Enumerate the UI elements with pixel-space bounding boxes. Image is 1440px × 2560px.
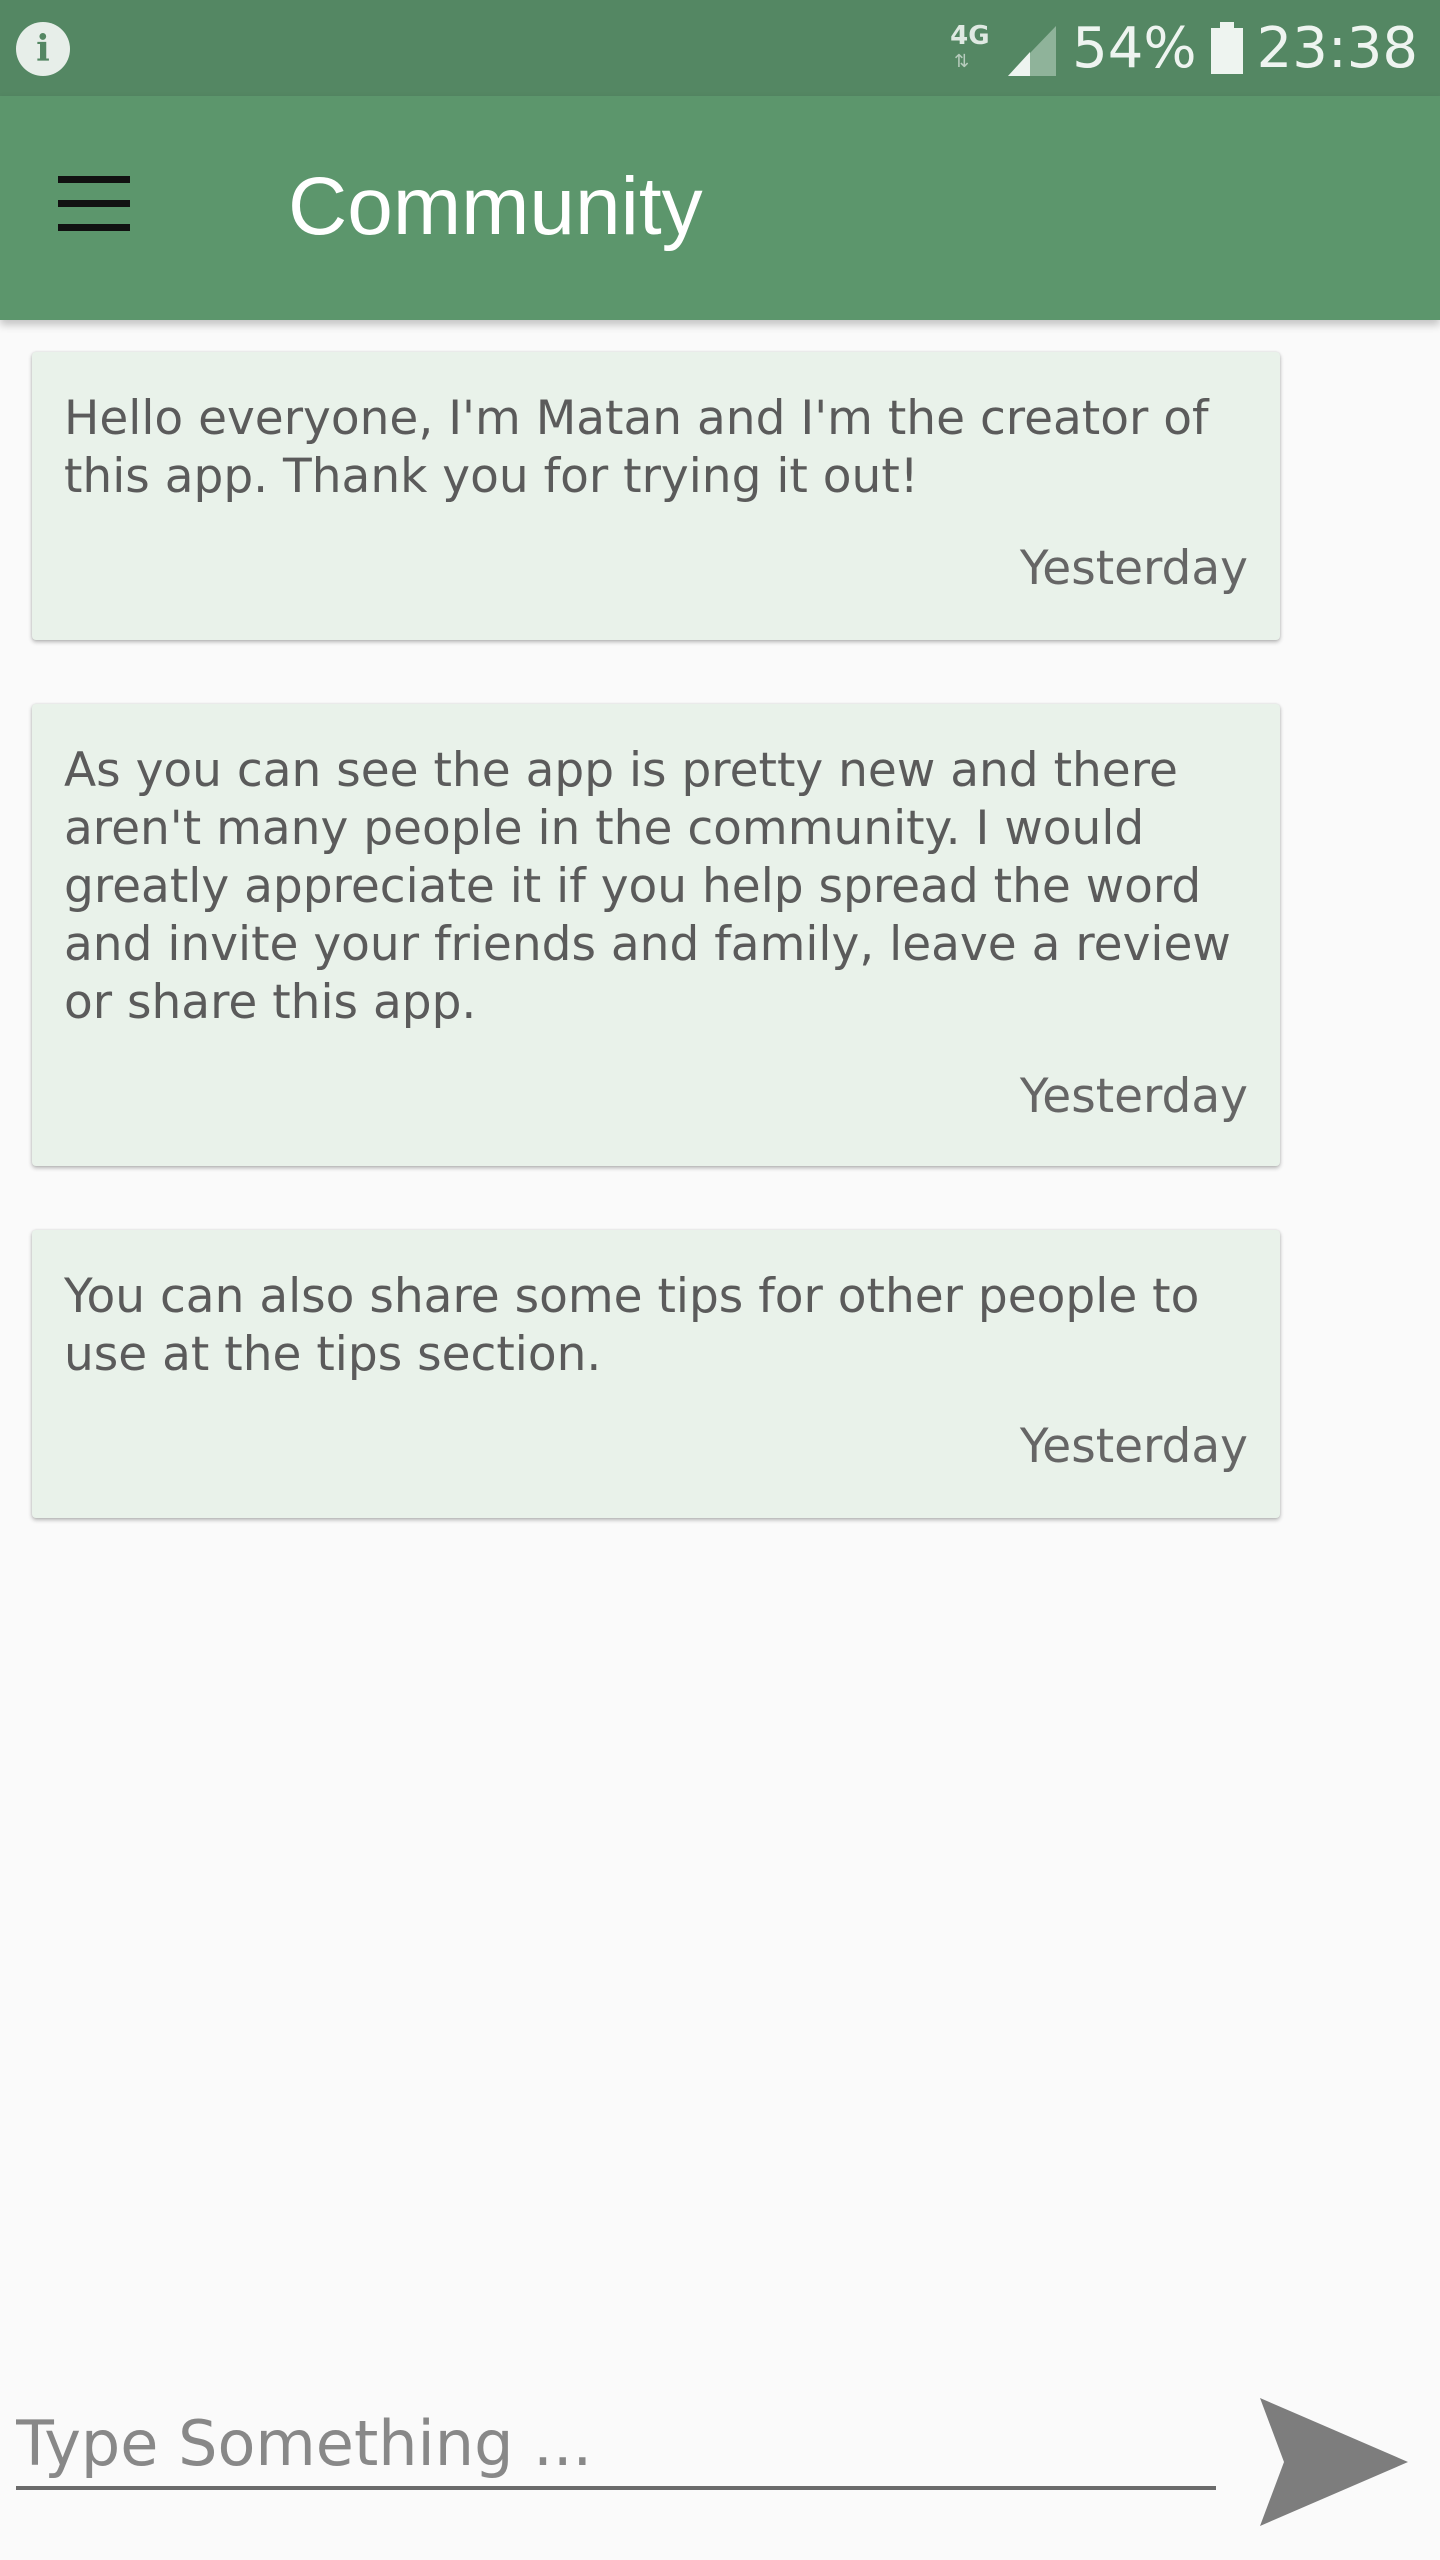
hamburger-menu-icon[interactable] <box>52 176 134 236</box>
battery-percentage: 54% <box>1072 15 1197 81</box>
info-icon: i <box>16 22 70 76</box>
message-input[interactable] <box>16 2400 1216 2490</box>
network-type-label: 4G <box>950 21 990 51</box>
message-card: Hello everyone, I'm Matan and I'm the cr… <box>32 352 1280 640</box>
app-bar: Community <box>0 96 1440 320</box>
send-icon[interactable] <box>1254 2394 1414 2530</box>
status-time: 23:38 <box>1256 15 1418 81</box>
message-card: As you can see the app is pretty new and… <box>32 704 1280 1166</box>
message-text: You can also share some tips for other p… <box>64 1269 1200 1382</box>
status-bar: i 4G ⇅ 54% 23:38 <box>0 0 1440 96</box>
network-type-icon: 4G ⇅ <box>950 21 990 72</box>
page-title: Community <box>288 161 703 252</box>
message-timestamp: Yesterday <box>1019 1069 1248 1124</box>
message-text: Hello everyone, I'm Matan and I'm the cr… <box>64 391 1209 504</box>
message-timestamp: Yesterday <box>1019 541 1248 596</box>
status-indicators: 4G ⇅ 54% 23:38 <box>948 0 1418 96</box>
message-composer <box>0 2380 1440 2560</box>
battery-icon <box>1210 22 1243 74</box>
message-timestamp: Yesterday <box>1019 1419 1248 1474</box>
message-card: You can also share some tips for other p… <box>32 1230 1280 1518</box>
signal-strength-icon <box>1008 26 1057 76</box>
message-text: As you can see the app is pretty new and… <box>64 743 1231 1030</box>
